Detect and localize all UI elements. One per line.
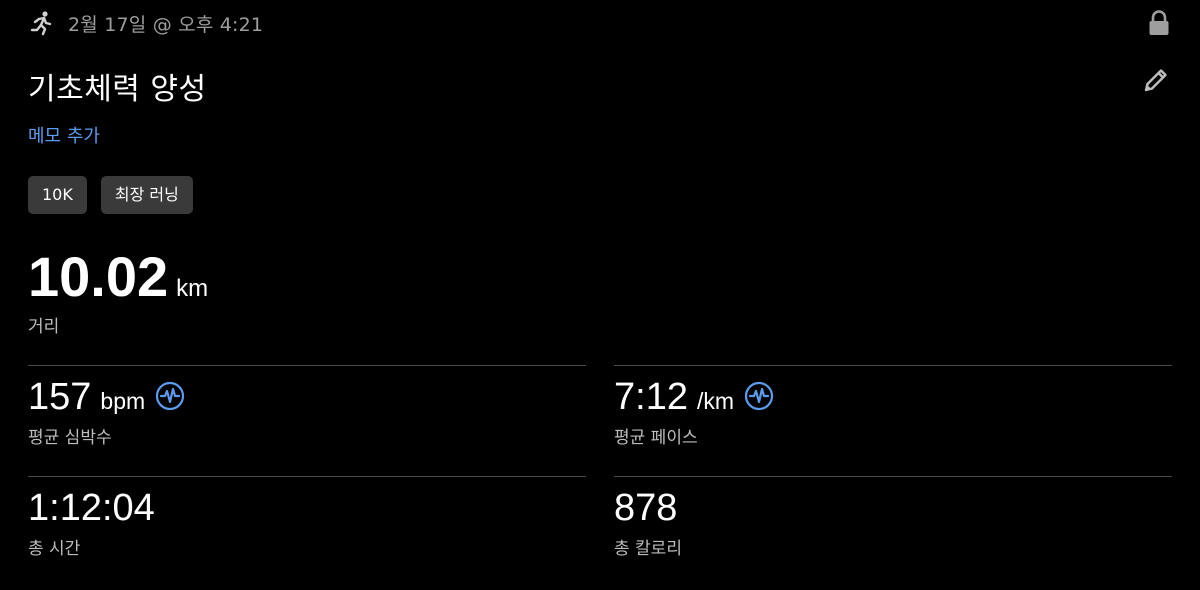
stat-total-time: 1:12:04 총 시간 bbox=[28, 487, 155, 559]
calories-label: 총 칼로리 bbox=[614, 539, 682, 559]
activity-timestamp: 2월 17일 @ 오후 4:21 bbox=[68, 13, 264, 36]
running-person-icon bbox=[30, 11, 52, 36]
total-time-value: 1:12:04 bbox=[28, 487, 155, 529]
activity-title: 기초체력 양성 bbox=[28, 72, 207, 107]
pencil-icon[interactable] bbox=[1142, 66, 1170, 94]
stat-calories: 878 총 칼로리 bbox=[614, 487, 682, 559]
pace-chart-icon[interactable] bbox=[744, 381, 774, 411]
tag-10k[interactable]: 10K bbox=[28, 176, 87, 214]
calories-value: 878 bbox=[614, 487, 678, 529]
stat-heart-rate[interactable]: 157 bpm 평균 심박수 bbox=[28, 376, 185, 448]
distance-label: 거리 bbox=[28, 317, 60, 337]
distance-value: 10.02 bbox=[28, 245, 169, 308]
lock-icon[interactable] bbox=[1148, 10, 1170, 36]
heart-rate-value: 157 bbox=[28, 376, 92, 418]
stat-pace[interactable]: 7:12 /km 평균 페이스 bbox=[614, 376, 774, 448]
divider bbox=[28, 476, 586, 477]
heart-rate-unit: bpm bbox=[100, 388, 146, 414]
pace-unit: /km bbox=[696, 388, 735, 414]
add-memo-link[interactable]: 메모 추가 bbox=[28, 122, 100, 148]
tag-list: 10K 최장 러닝 bbox=[28, 176, 193, 214]
distance-unit: km bbox=[176, 275, 209, 302]
distance-display: 10.02 km bbox=[28, 244, 208, 309]
divider bbox=[28, 365, 586, 366]
heart-rate-label: 평균 심박수 bbox=[28, 428, 112, 448]
tag-longest-run[interactable]: 최장 러닝 bbox=[100, 176, 193, 214]
divider bbox=[614, 365, 1172, 366]
divider bbox=[614, 476, 1172, 477]
activity-header: 2월 17일 @ 오후 4:21 bbox=[28, 8, 263, 38]
total-time-label: 총 시간 bbox=[28, 539, 81, 559]
pace-label: 평균 페이스 bbox=[614, 428, 698, 448]
heart-rate-chart-icon[interactable] bbox=[155, 381, 185, 411]
pace-value: 7:12 bbox=[614, 376, 688, 418]
